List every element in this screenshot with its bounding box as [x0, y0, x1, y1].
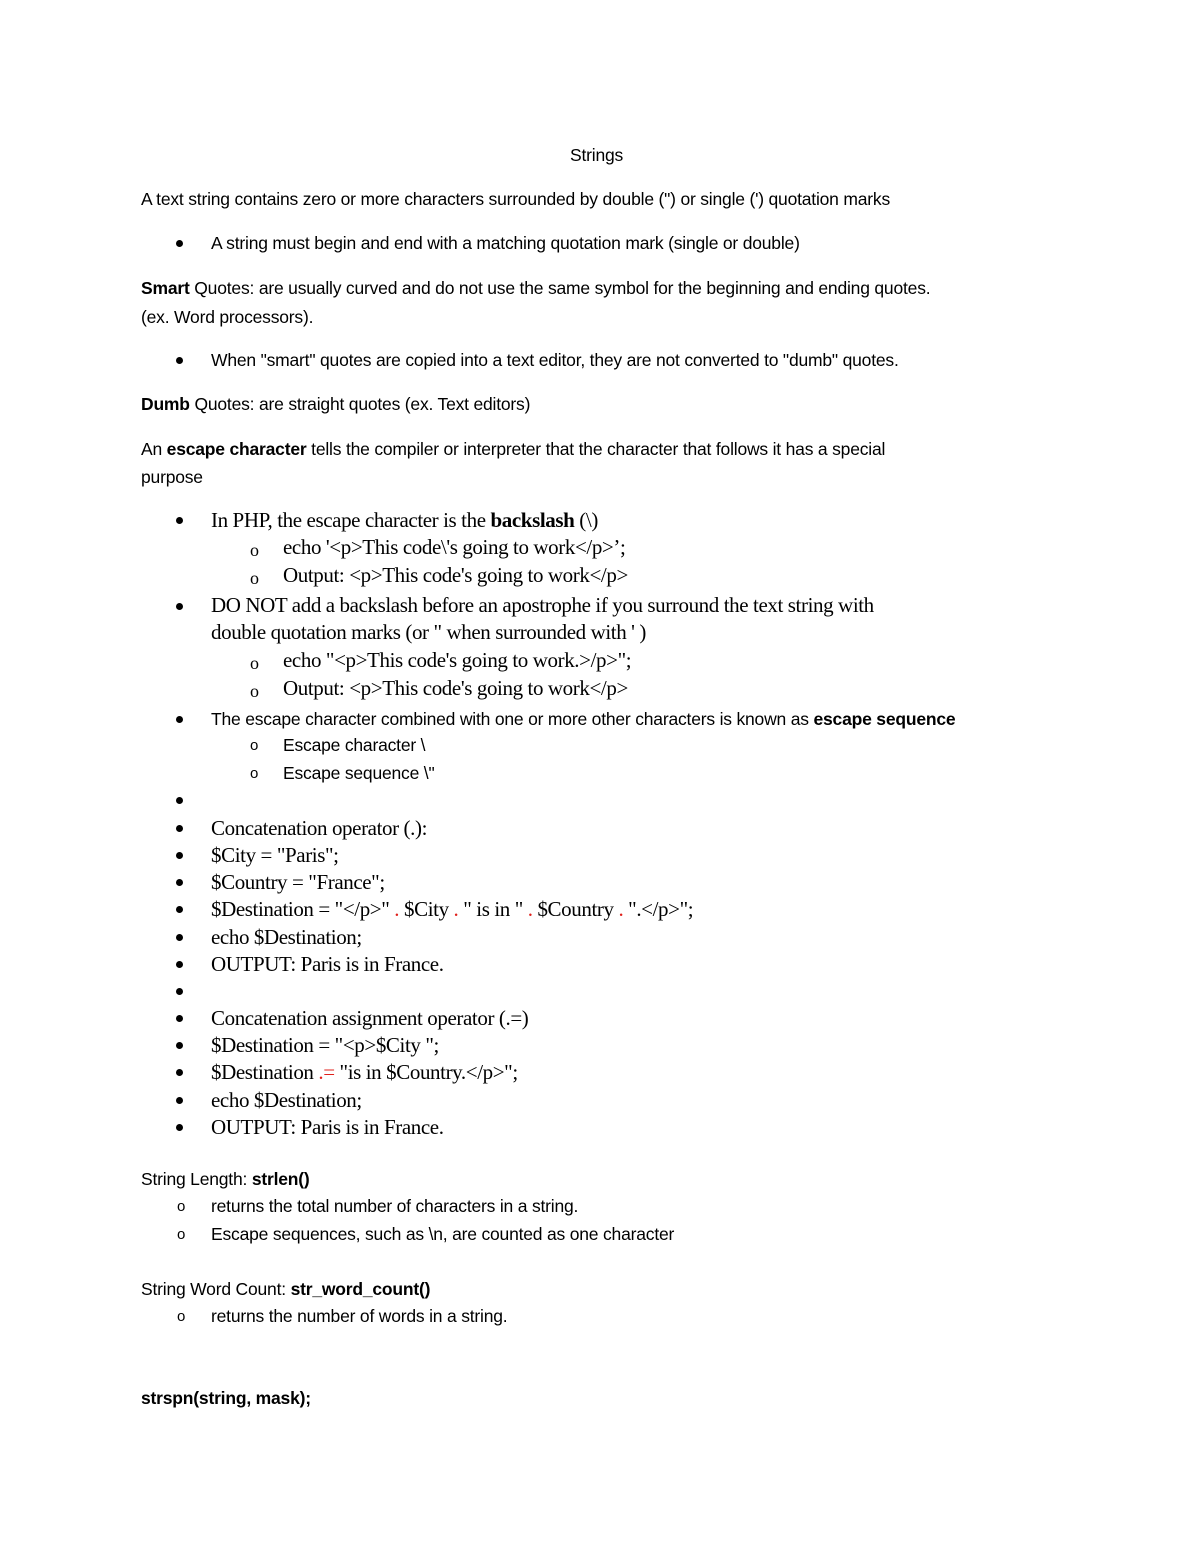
- escape-line2: purpose: [141, 467, 203, 487]
- bullet-icon: [176, 825, 183, 832]
- word-count-heading: String Word Count: str_word_count(): [141, 1279, 430, 1300]
- intro-paragraph: A text string contains zero or more char…: [141, 189, 891, 209]
- circle-bullet-icon: o: [177, 1226, 186, 1243]
- bullet-icon: [176, 517, 183, 524]
- smart-term-rest: Quotes:: [189, 278, 255, 298]
- dumb-term: Dumb: [141, 394, 190, 414]
- seq-pre: The escape character combined with one o…: [211, 709, 814, 729]
- bullet-icon: [176, 716, 183, 723]
- strlen-func: strlen(): [251, 1169, 310, 1189]
- circle-bullet-icon: o: [250, 540, 259, 560]
- circle-bullet-icon: o: [177, 1198, 186, 1215]
- concat-assign-item: $Destination = "<p>$City ";: [211, 1033, 439, 1057]
- smart-quotes-paragraph: Smart Quotes: are usually curved and do …: [141, 278, 931, 299]
- circle-bullet-icon: o: [250, 653, 259, 673]
- concat-item: $Country = "France";: [211, 870, 385, 894]
- code-part: ".</p>";: [623, 897, 694, 921]
- escape-post: tells the compiler or interpreter that t…: [306, 439, 886, 459]
- escape-seq-sub-item: Escape character \: [283, 735, 426, 755]
- strlen-heading: String Length: strlen(): [141, 1169, 310, 1190]
- bullet-icon: [176, 1097, 183, 1104]
- circle-bullet-icon: o: [250, 681, 259, 701]
- concat-item: echo $Destination;: [211, 925, 362, 949]
- bullet-icon: [176, 1069, 183, 1076]
- concat-assign-item: Concatenation assignment operator (.=): [211, 1006, 529, 1030]
- code-part: $Destination: [211, 1060, 319, 1084]
- php-sub-item: echo '<p>This code\'s going to work</p>’…: [283, 535, 626, 559]
- donot-bullet-line2: double quotation marks (or " when surrou…: [211, 620, 646, 644]
- dumb-desc: are straight quotes (ex. Text editors): [254, 394, 531, 414]
- php-sub-item: Output: <p>This code's going to work</p>: [283, 563, 628, 587]
- concat-assign-append-line: $Destination .= "is in $Country.</p>";: [211, 1060, 518, 1085]
- dumb-quotes-paragraph: Dumb Quotes: are straight quotes (ex. Te…: [141, 394, 530, 415]
- donot-sub-item: echo "<p>This code's going to work.>/p>"…: [283, 648, 632, 672]
- concat-assign-operator: .=: [318, 1060, 335, 1084]
- php-bullet-pre: In PHP, the escape character is the: [211, 508, 491, 532]
- bullet-icon: [176, 1042, 183, 1049]
- intro-bullet: A string must begin and end with a match…: [211, 233, 800, 253]
- dumb-term-rest: Quotes:: [189, 394, 255, 414]
- bullet-icon: [176, 357, 183, 364]
- smart-quotes-line2: (ex. Word processors).: [141, 307, 314, 327]
- strspn-heading: strspn(string, mask);: [141, 1388, 311, 1408]
- escape-pre: An: [141, 439, 167, 459]
- bullet-icon: [176, 603, 183, 610]
- smart-desc: are usually curved and do not use the sa…: [254, 278, 931, 298]
- code-part: $Destination = "</p>": [211, 897, 395, 921]
- code-part: "is in $Country.</p>";: [334, 1060, 519, 1084]
- code-part: $Country: [532, 897, 619, 921]
- bullet-icon: [176, 852, 183, 859]
- strlen-label: String Length:: [141, 1169, 252, 1189]
- word-count-func: str_word_count(): [290, 1279, 431, 1299]
- escape-term: escape character: [166, 439, 307, 459]
- circle-bullet-icon: o: [177, 1308, 186, 1325]
- concat-item: $City = "Paris";: [211, 843, 339, 867]
- circle-bullet-icon: o: [250, 737, 259, 754]
- smart-quotes-bullet: When "smart" quotes are copied into a te…: [211, 350, 899, 370]
- php-bullet-bold: backslash: [490, 508, 575, 532]
- smart-term: Smart: [141, 278, 190, 298]
- bullet-icon: [176, 879, 183, 886]
- php-escape-bullet: In PHP, the escape character is the back…: [211, 508, 598, 533]
- strlen-sub-item: returns the total number of characters i…: [211, 1196, 579, 1216]
- concat-destination-line: $Destination = "</p>" . $City . " is in …: [211, 897, 694, 922]
- strlen-sub-item: Escape sequences, such as \n, are counte…: [211, 1224, 675, 1244]
- escape-seq-sub-item: Escape sequence \": [283, 763, 435, 783]
- bullet-icon: [176, 961, 183, 968]
- concat-assign-item: OUTPUT: Paris is in France.: [211, 1115, 444, 1139]
- circle-bullet-icon: o: [250, 568, 259, 588]
- concat-item: Concatenation operator (.):: [211, 816, 428, 840]
- code-part: $City: [399, 897, 454, 921]
- page-title: Strings: [570, 145, 624, 165]
- word-count-sub-item: returns the number of words in a string.: [211, 1306, 508, 1326]
- donot-bullet-line1: DO NOT add a backslash before an apostro…: [211, 593, 874, 617]
- bullet-icon: [176, 906, 183, 913]
- bullet-icon: [176, 1124, 183, 1131]
- circle-bullet-icon: o: [250, 765, 259, 782]
- bullet-icon: [176, 1015, 183, 1022]
- concat-assign-item: echo $Destination;: [211, 1088, 362, 1112]
- php-bullet-post: (\): [574, 508, 598, 532]
- escape-sequence-bullet: The escape character combined with one o…: [211, 709, 956, 730]
- concat-item: OUTPUT: Paris is in France.: [211, 952, 444, 976]
- bullet-icon: [176, 240, 183, 247]
- donot-sub-item: Output: <p>This code's going to work</p>: [283, 676, 628, 700]
- bullet-icon: [176, 988, 183, 995]
- bullet-icon: [176, 797, 183, 804]
- bullet-icon: [176, 934, 183, 941]
- word-count-label: String Word Count:: [141, 1279, 291, 1299]
- code-part: " is in ": [458, 897, 528, 921]
- escape-paragraph: An escape character tells the compiler o…: [141, 439, 885, 460]
- seq-bold: escape sequence: [813, 709, 956, 729]
